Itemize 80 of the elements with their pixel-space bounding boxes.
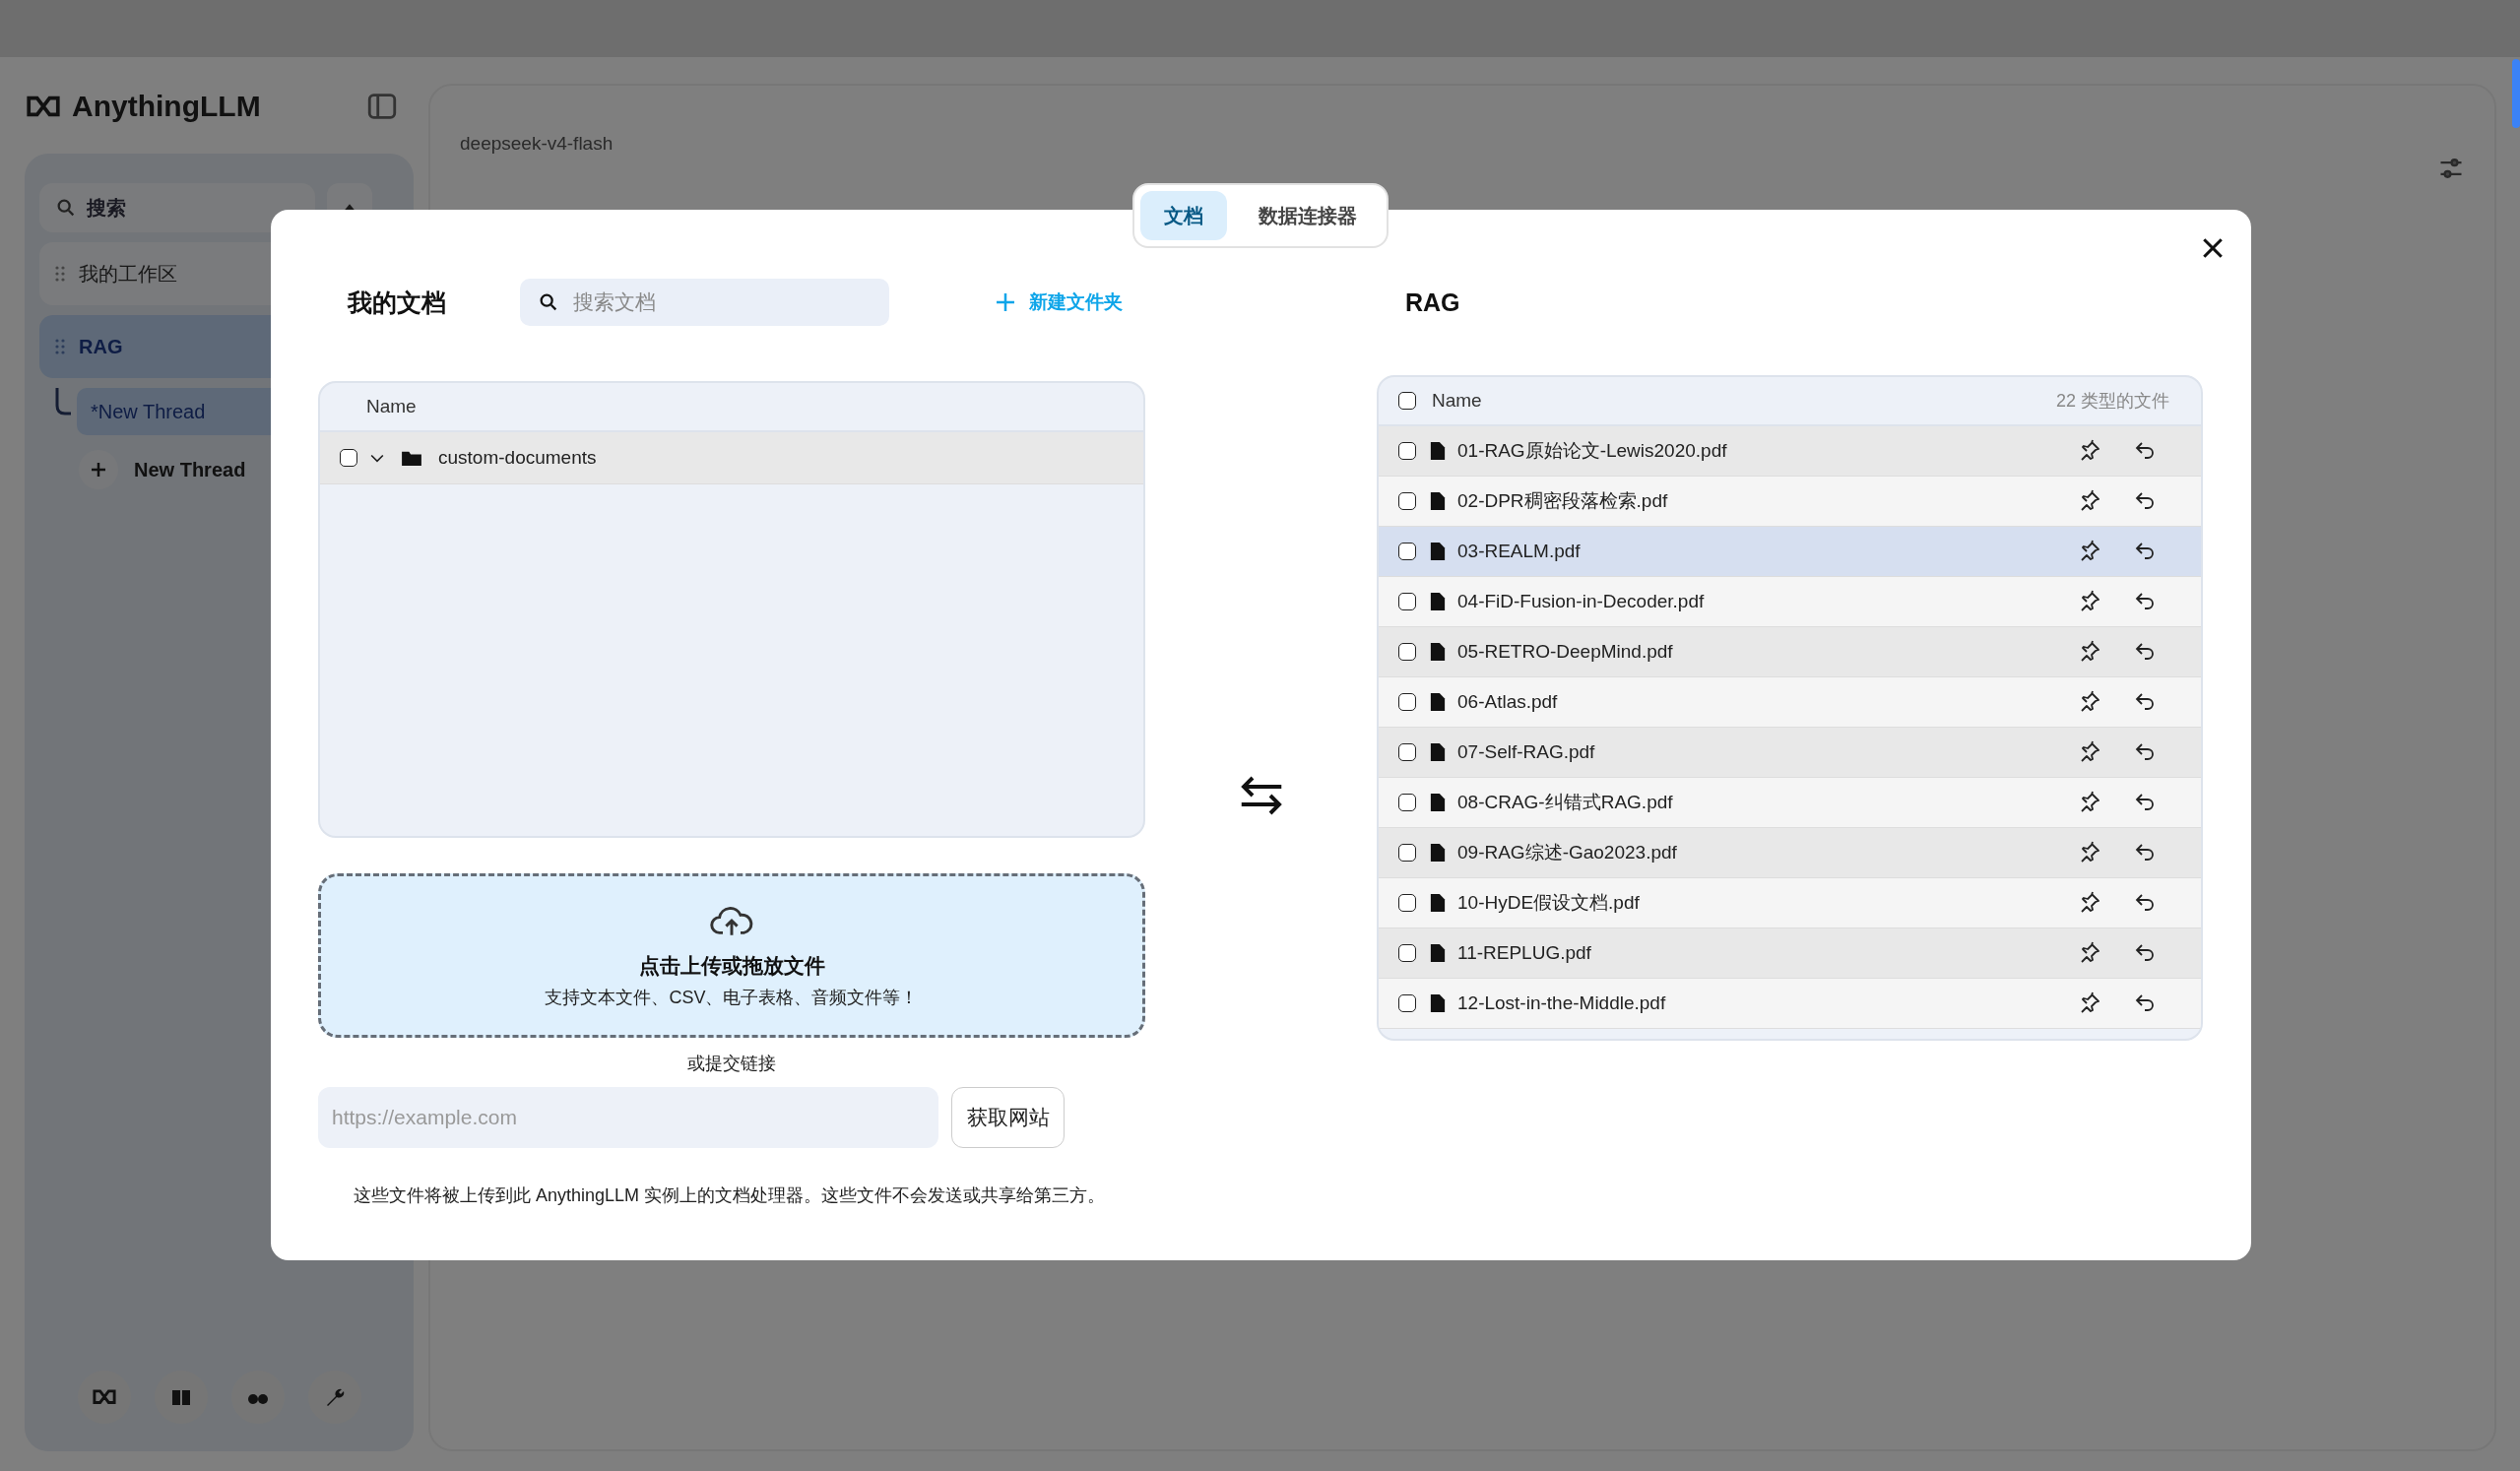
file-name: 07-Self-RAG.pdf — [1457, 741, 1596, 763]
file-row[interactable]: 04-FiD-Fusion-in-Decoder.pdf — [1379, 577, 2201, 627]
file-name: 12-Lost-in-the-Middle.pdf — [1457, 992, 1667, 1014]
scrollbar-thumb[interactable] — [2512, 59, 2520, 128]
folder-icon — [401, 449, 422, 467]
file-name: 04-FiD-Fusion-in-Decoder.pdf — [1457, 591, 1706, 612]
file-icon — [1430, 742, 1446, 762]
tab[interactable]: 文档 — [1140, 191, 1227, 240]
search-field[interactable]: 搜索文档 — [520, 279, 889, 326]
search-field[interactable]: 搜索 — [39, 183, 315, 232]
checkbox[interactable] — [1398, 442, 1416, 460]
file-row[interactable]: 11-REPLUG.pdf — [1379, 928, 2201, 979]
checkbox[interactable] — [1398, 643, 1416, 661]
checkbox[interactable] — [1398, 994, 1416, 1012]
file-row[interactable]: 01-RAG原始论文-Lewis2020.pdf — [1379, 426, 2201, 477]
checkbox[interactable] — [1398, 944, 1416, 962]
file-name: 03-REALM.pdf — [1457, 541, 1582, 562]
file-row[interactable]: 10-HyDE假设文档.pdf — [1379, 878, 2201, 928]
checkbox[interactable] — [1398, 693, 1416, 711]
file-name: 10-HyDE假设文档.pdf — [1457, 891, 1641, 915]
upload-hint: 支持文本文件、CSV、电子表格、音频文件等！ — [545, 986, 919, 1009]
file-row[interactable]: 03-REALM.pdf — [1379, 527, 2201, 577]
file-icon — [1430, 793, 1446, 812]
workspace-name: 我的工作区 — [79, 261, 177, 287]
checkbox[interactable] — [1398, 794, 1416, 811]
drag-handle-icon[interactable] — [55, 339, 65, 354]
file-name: 08-CRAG-纠错式RAG.pdf — [1457, 791, 1674, 814]
model-name: deepseek-v4-flash — [460, 133, 614, 155]
logo-icon — [25, 94, 62, 119]
file-icon — [1430, 943, 1446, 963]
tab[interactable]: 数据连接器 — [1235, 191, 1381, 240]
file-icon — [1430, 843, 1446, 863]
checkbox[interactable] — [1398, 392, 1416, 410]
file-icon — [1430, 642, 1446, 662]
file-name: 11-REPLUG.pdf — [1457, 942, 1592, 964]
app-logo: AnythingLLM — [72, 90, 261, 123]
url-field[interactable]: https://example.com — [318, 1087, 938, 1148]
file-row[interactable]: 02-DPR稠密段落检索.pdf — [1379, 477, 2201, 527]
checkbox[interactable] — [340, 449, 357, 467]
checkbox[interactable] — [1398, 844, 1416, 862]
checkbox[interactable] — [1398, 492, 1416, 510]
file-icon — [1430, 692, 1446, 712]
checkbox[interactable] — [1398, 593, 1416, 610]
file-name: 06-Atlas.pdf — [1457, 691, 1559, 713]
search-icon — [538, 291, 559, 313]
file-count: 22 类型的文件 — [2055, 390, 2169, 413]
branch-icon — [53, 388, 73, 417]
file-name: 01-RAG原始论文-Lewis2020.pdf — [1457, 439, 1728, 463]
plus-icon — [994, 290, 1017, 314]
file-row[interactable]: 07-Self-RAG.pdf — [1379, 728, 2201, 778]
drag-handle-icon[interactable] — [55, 266, 65, 282]
file-row[interactable]: 05-RETRO-DeepMind.pdf — [1379, 627, 2201, 677]
folder-name[interactable]: custom-documents — [438, 447, 597, 469]
column-header: Name — [1432, 390, 1482, 412]
upload-title: 点击上传或拖放文件 — [638, 952, 825, 979]
file-icon — [1430, 592, 1446, 611]
workspace-name: RAG — [79, 335, 123, 358]
file-name: 09-RAG综述-Gao2023.pdf — [1457, 841, 1678, 864]
file-name: 02-DPR稠密段落检索.pdf — [1457, 489, 1669, 513]
file-icon — [1430, 893, 1446, 913]
column-header: Name — [366, 396, 417, 417]
fetch-website-button[interactable]: 获取网站 — [951, 1087, 1065, 1148]
file-row[interactable]: 06-Atlas.pdf — [1379, 677, 2201, 728]
checkbox[interactable] — [1398, 894, 1416, 912]
privacy-note: 这些文件将被上传到此 AnythingLLM 实例上的文档处理器。这些文件不会发送或共享给第三方。 — [354, 1184, 1107, 1207]
file-icon — [1430, 491, 1446, 511]
checkbox[interactable] — [1398, 743, 1416, 761]
file-name: 05-RETRO-DeepMind.pdf — [1457, 641, 1674, 663]
file-icon — [1430, 993, 1446, 1013]
file-icon — [1430, 542, 1446, 561]
checkbox[interactable] — [1398, 543, 1416, 560]
upload-dropzone[interactable]: 点击上传或拖放文件 支持文本文件、CSV、电子表格、音频文件等！ — [318, 873, 1145, 1038]
file-row[interactable]: 08-CRAG-纠错式RAG.pdf — [1379, 778, 2201, 828]
file-row[interactable]: 12-Lost-in-the-Middle.pdf — [1379, 979, 2201, 1029]
new-thread-button[interactable]: New Thread — [39, 445, 414, 494]
file-row[interactable]: 09-RAG综述-Gao2023.pdf — [1379, 828, 2201, 878]
workspace-title: RAG — [1405, 288, 1461, 317]
search-icon — [55, 197, 77, 219]
file-icon — [1430, 441, 1446, 461]
link-label: 或提交链接 — [687, 1053, 776, 1075]
